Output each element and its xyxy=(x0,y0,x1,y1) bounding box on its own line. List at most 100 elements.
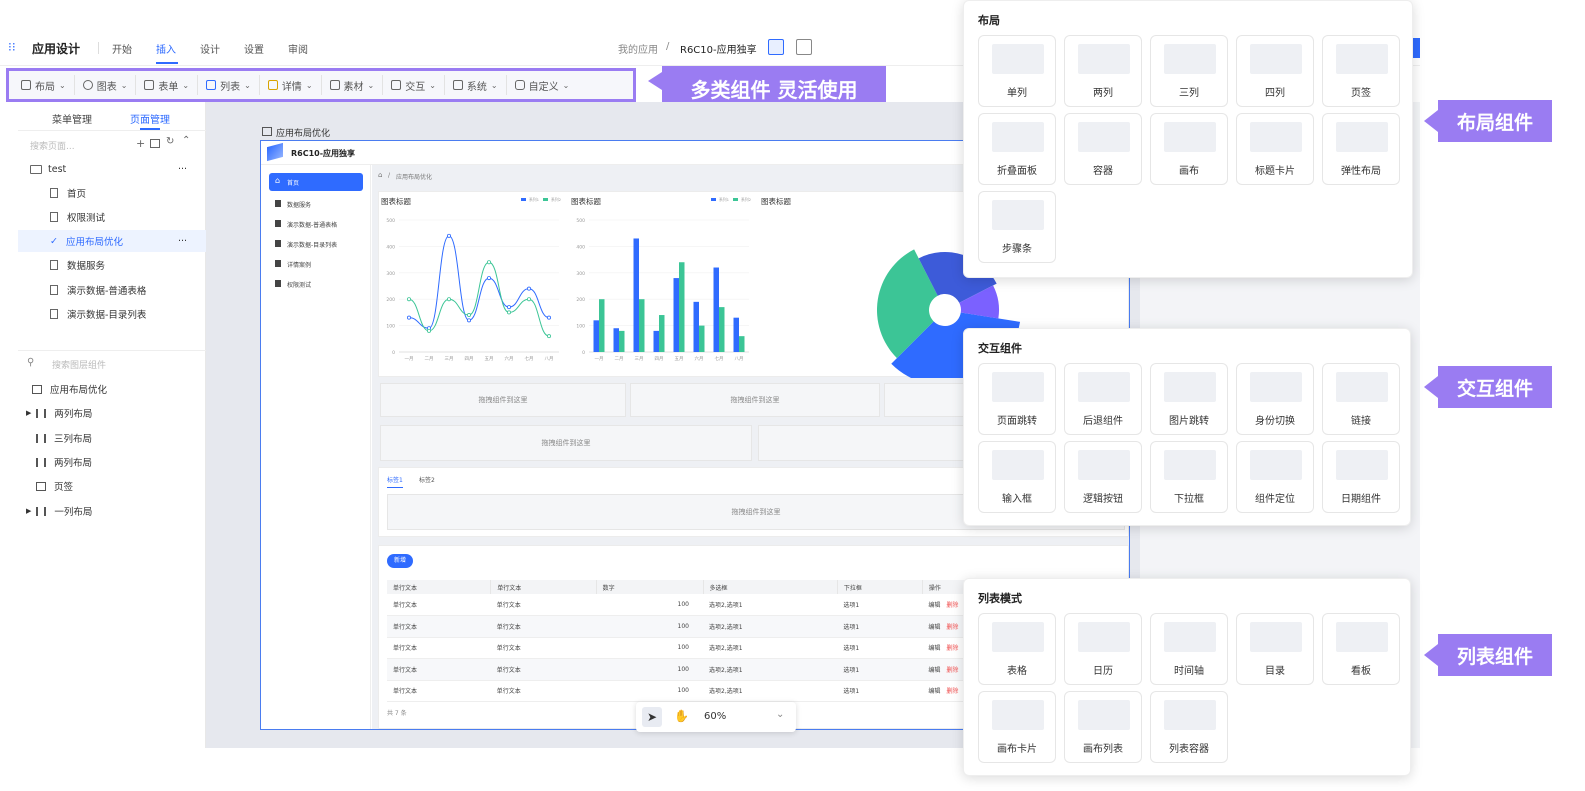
action-1[interactable]: 删除 xyxy=(946,667,958,674)
more-icon[interactable]: ··· xyxy=(178,164,187,175)
toolbar-detail[interactable]: 详情 ⌄ xyxy=(260,75,322,95)
action-1[interactable]: 删除 xyxy=(946,624,958,631)
tree-item-data-service[interactable]: 数据服务 xyxy=(18,254,206,276)
list-tile[interactable]: 列表容器 xyxy=(1150,691,1228,763)
toolbar-interaction[interactable]: 交互 ⌄ xyxy=(383,75,445,95)
tree-item-demo-directory[interactable]: 演示数据-目录列表 xyxy=(18,303,206,325)
action-1[interactable]: 删除 xyxy=(946,602,958,609)
table-header-cell[interactable]: 下拉框 xyxy=(837,580,923,594)
page-search-input[interactable]: 搜索页面... xyxy=(30,139,75,152)
tab-menu-management[interactable]: 菜单管理 xyxy=(52,111,92,126)
interaction-tile[interactable]: 逻辑按钮 xyxy=(1064,441,1142,513)
toolbar-chart[interactable]: 图表 ⌄ xyxy=(75,75,137,95)
action-0[interactable]: 编辑 xyxy=(928,624,940,631)
desktop-preview-icon[interactable] xyxy=(768,39,784,55)
toolbar-list[interactable]: 列表 ⌄ xyxy=(198,75,260,95)
nav-item-demo-table[interactable]: 演示数据-普通表格 xyxy=(269,215,363,233)
layout-tile[interactable]: 单列 xyxy=(978,35,1056,107)
layer-search-input[interactable]: 搜索图层组件 xyxy=(52,358,106,371)
zoom-select[interactable]: 60% xyxy=(704,711,726,722)
publish-button-edge[interactable] xyxy=(1412,38,1420,58)
dropzone-4[interactable]: 拖拽组件到这里 xyxy=(380,425,752,461)
table-header-cell[interactable]: 多选框 xyxy=(703,580,838,594)
layer-three-column[interactable]: 三列布局 xyxy=(18,427,206,449)
chevron-down-icon[interactable]: ⌄ xyxy=(776,709,784,720)
refresh-icon[interactable]: ↻ xyxy=(166,136,174,147)
nav-item-data-service[interactable]: 数据服务 xyxy=(269,195,363,213)
layer-two-column-1[interactable]: ▶ 两列布局 xyxy=(18,402,206,424)
layout-tile[interactable]: 弹性布局 xyxy=(1322,113,1400,185)
dropzone-1[interactable]: 拖拽组件到这里 xyxy=(380,383,626,417)
layer-one-column[interactable]: ▶ 一列布局 xyxy=(18,500,206,522)
nav-item-demo-directory[interactable]: 演示数据-目录列表 xyxy=(269,235,363,253)
tab-label-2[interactable]: 标签2 xyxy=(419,475,435,484)
interaction-tile[interactable]: 链接 xyxy=(1322,363,1400,435)
add-button[interactable]: 新增 xyxy=(387,554,413,568)
menu-start[interactable]: 开始 xyxy=(112,41,132,56)
layout-tile[interactable]: 四列 xyxy=(1236,35,1314,107)
layout-tile[interactable]: 三列 xyxy=(1150,35,1228,107)
layout-tile[interactable]: 画布 xyxy=(1150,113,1228,185)
action-0[interactable]: 编辑 xyxy=(928,688,940,695)
table-header-cell[interactable]: 单行文本 xyxy=(387,580,492,594)
action-0[interactable]: 编辑 xyxy=(928,602,940,609)
list-tile[interactable]: 日历 xyxy=(1064,613,1142,685)
toolbar-layout[interactable]: 布局 ⌄ xyxy=(13,75,75,95)
caret-right-icon[interactable]: ▶ xyxy=(26,409,31,417)
nav-item-detail-case[interactable]: 详情案例 xyxy=(269,255,363,273)
menu-insert[interactable]: 插入 xyxy=(156,41,176,56)
tree-folder-test[interactable]: test ··· xyxy=(18,158,206,180)
add-folder-icon[interactable] xyxy=(150,139,160,148)
tree-item-demo-table[interactable]: 演示数据-普通表格 xyxy=(18,279,206,301)
dropzone-2[interactable]: 拖拽组件到这里 xyxy=(630,383,880,417)
action-1[interactable]: 删除 xyxy=(946,688,958,695)
layout-tile[interactable]: 两列 xyxy=(1064,35,1142,107)
layer-tabs[interactable]: 页签 xyxy=(18,475,206,497)
hand-tool-icon[interactable]: ✋ xyxy=(674,709,689,723)
add-page-icon[interactable]: + xyxy=(136,137,145,150)
interaction-tile[interactable]: 后退组件 xyxy=(1064,363,1142,435)
list-tile[interactable]: 画布卡片 xyxy=(978,691,1056,763)
breadcrumb-parent[interactable]: 我的应用 xyxy=(618,41,658,56)
toolbar-system[interactable]: 系统 ⌄ xyxy=(445,75,507,95)
apps-grid-icon[interactable]: ⁝⁝ xyxy=(8,40,16,54)
list-tile[interactable]: 画布列表 xyxy=(1064,691,1142,763)
menu-settings[interactable]: 设置 xyxy=(244,41,264,56)
interaction-tile[interactable]: 输入框 xyxy=(978,441,1056,513)
action-1[interactable]: 删除 xyxy=(946,645,958,652)
layer-root[interactable]: 应用布局优化 xyxy=(18,378,206,400)
menu-design[interactable]: 设计 xyxy=(200,41,220,56)
line-chart[interactable]: 图表标题 0 100 200 300 400 500 一月 二月 三月 四月 五月 六月 七月 八月 系列1 系… xyxy=(379,192,565,378)
menu-review[interactable]: 审阅 xyxy=(288,41,308,56)
interaction-tile[interactable]: 页面跳转 xyxy=(978,363,1056,435)
list-tile[interactable]: 表格 xyxy=(978,613,1056,685)
layout-tile[interactable]: 步骤条 xyxy=(978,191,1056,263)
caret-right-icon[interactable]: ▶ xyxy=(26,507,31,515)
pointer-tool-icon[interactable]: ➤ xyxy=(642,707,662,727)
more-icon[interactable]: ··· xyxy=(178,236,187,247)
tab-label-1[interactable]: 标签1 xyxy=(387,475,403,484)
toolbar-form[interactable]: 表单 ⌄ xyxy=(136,75,199,95)
table-header-cell[interactable]: 数字 xyxy=(596,580,704,594)
tree-item-layout-opt[interactable]: ✓ 应用布局优化 ··· xyxy=(18,230,206,252)
layout-tile[interactable]: 容器 xyxy=(1064,113,1142,185)
layout-tile[interactable]: 标题卡片 xyxy=(1236,113,1314,185)
action-0[interactable]: 编辑 xyxy=(928,667,940,674)
list-tile[interactable]: 目录 xyxy=(1236,613,1314,685)
list-tile[interactable]: 时间轴 xyxy=(1150,613,1228,685)
tree-item-permission[interactable]: 权限测试 xyxy=(18,206,206,228)
layer-two-column-2[interactable]: 两列布局 xyxy=(18,451,206,473)
toolbar-custom[interactable]: 自定义 ⌄ xyxy=(507,75,578,95)
list-tile[interactable]: 看板 xyxy=(1322,613,1400,685)
bar-chart[interactable]: 图表标题 0 100 200 300 400 500 一月 二月 三月 四月 五月 六月 七月 八月 系列1 系… xyxy=(569,192,755,378)
layout-tile[interactable]: 折叠面板 xyxy=(978,113,1056,185)
layout-tile[interactable]: 页签 xyxy=(1322,35,1400,107)
interaction-tile[interactable]: 日期组件 xyxy=(1322,441,1400,513)
table-header-cell[interactable]: 单行文本 xyxy=(490,580,597,594)
interaction-tile[interactable]: 身份切换 xyxy=(1236,363,1314,435)
interaction-tile[interactable]: 组件定位 xyxy=(1236,441,1314,513)
interaction-tile[interactable]: 下拉框 xyxy=(1150,441,1228,513)
collapse-icon[interactable]: ⌃ xyxy=(182,135,190,146)
toolbar-material[interactable]: 素材 ⌄ xyxy=(322,75,384,95)
mobile-preview-icon[interactable] xyxy=(796,39,812,55)
